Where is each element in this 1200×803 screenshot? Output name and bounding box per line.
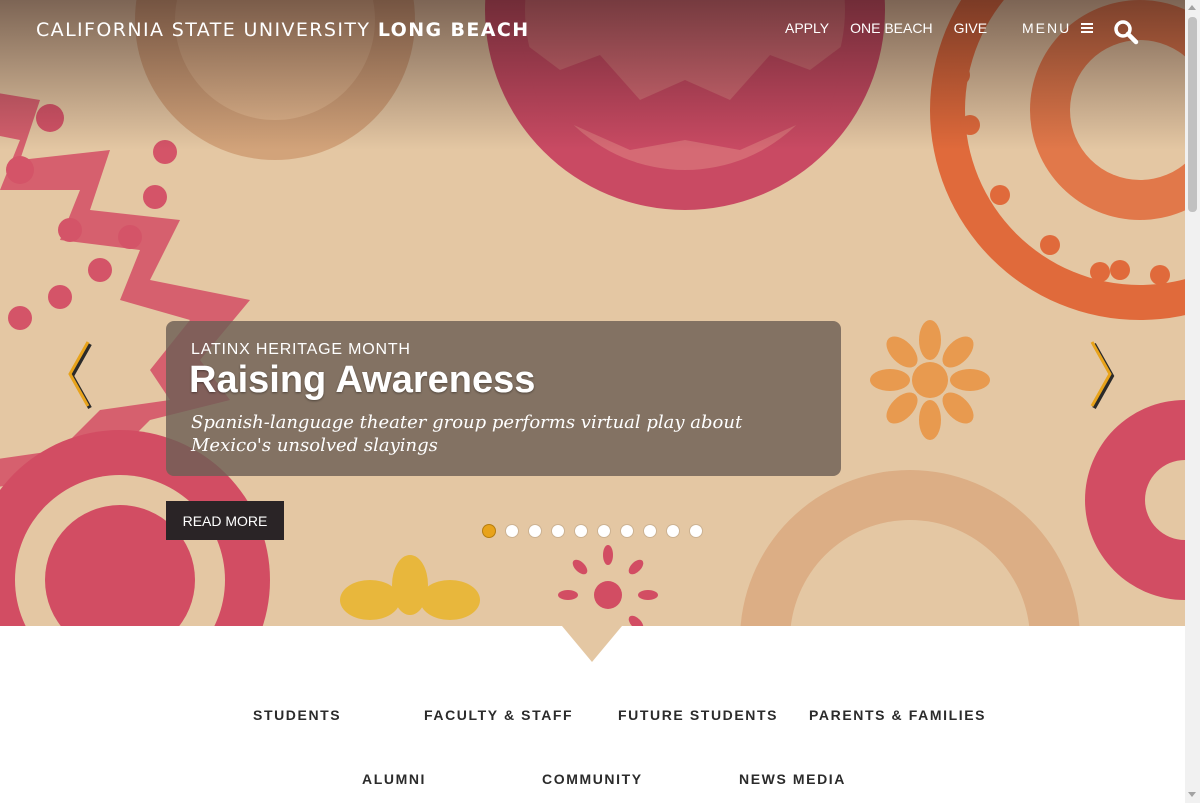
brand-name: CALIFORNIA STATE UNIVERSITY	[36, 19, 371, 41]
community-link[interactable]: COMMUNITY	[542, 771, 643, 787]
scroll-down-icon[interactable]	[1188, 792, 1196, 797]
utility-nav: APPLY ONE BEACH GIVE	[785, 20, 1008, 36]
carousel-dot[interactable]	[483, 525, 495, 537]
previous-slide-arrow-icon[interactable]	[62, 338, 92, 410]
carousel-dot[interactable]	[598, 525, 610, 537]
carousel-pagination	[483, 525, 713, 537]
menu-button[interactable]: MENU	[1022, 20, 1094, 36]
next-slide-arrow-icon[interactable]	[1088, 338, 1118, 410]
carousel-dot[interactable]	[621, 525, 633, 537]
site-header: CALIFORNIA STATE UNIVERSITY LONG BEACH A…	[0, 0, 1185, 60]
apply-link[interactable]: APPLY	[785, 20, 829, 36]
slide-caption: LATINX HERITAGE MONTH Raising Awareness …	[166, 321, 841, 476]
future-students-link[interactable]: FUTURE STUDENTS	[618, 707, 778, 723]
read-more-button[interactable]: READ MORE	[166, 501, 284, 540]
brand-campus: LONG BEACH	[377, 19, 530, 41]
carousel-dot[interactable]	[690, 525, 702, 537]
carousel-dot[interactable]	[644, 525, 656, 537]
scroll-up-icon[interactable]	[1188, 5, 1196, 10]
hamburger-icon	[1081, 23, 1094, 33]
carousel-dot[interactable]	[552, 525, 564, 537]
search-icon[interactable]	[1113, 19, 1139, 45]
scroll-thumb[interactable]	[1188, 17, 1197, 212]
parents-families-link[interactable]: PARENTS & FAMILIES	[809, 707, 986, 723]
alumni-link[interactable]: ALUMNI	[362, 771, 426, 787]
faculty-staff-link[interactable]: FACULTY & STAFF	[424, 707, 573, 723]
one-beach-link[interactable]: ONE BEACH	[850, 20, 932, 36]
carousel-dot[interactable]	[575, 525, 587, 537]
carousel-dot[interactable]	[506, 525, 518, 537]
audience-nav: STUDENTS FACULTY & STAFF FUTURE STUDENTS…	[0, 626, 1185, 803]
menu-label: MENU	[1022, 20, 1072, 36]
news-media-link[interactable]: NEWS MEDIA	[739, 771, 846, 787]
carousel-dot[interactable]	[529, 525, 541, 537]
slide-kicker: LATINX HERITAGE MONTH	[191, 341, 411, 358]
university-wordmark[interactable]: CALIFORNIA STATE UNIVERSITY LONG BEACH	[36, 19, 530, 41]
carousel-dot[interactable]	[667, 525, 679, 537]
slide-headline[interactable]: Raising Awareness	[189, 359, 535, 402]
students-link[interactable]: STUDENTS	[253, 707, 341, 723]
page-scrollbar[interactable]	[1185, 0, 1200, 803]
slide-description: Spanish-language theater group performs …	[191, 412, 743, 456]
give-link[interactable]: GIVE	[954, 20, 987, 36]
